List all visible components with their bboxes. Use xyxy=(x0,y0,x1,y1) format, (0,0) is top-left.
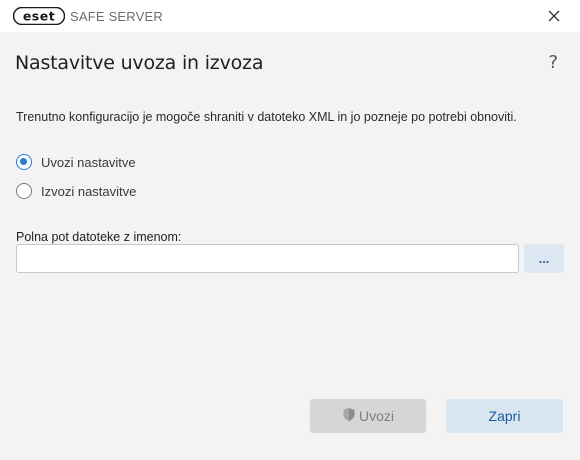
import-settings-radio[interactable] xyxy=(16,154,32,170)
close-icon[interactable] xyxy=(546,8,562,24)
svg-text:eset: eset xyxy=(23,9,55,24)
import-export-dialog: eset SAFE SERVER Nastavitve uvoza in izv… xyxy=(0,0,580,460)
description-text: Trenutno konfiguracijo je mogoče shranit… xyxy=(16,110,517,124)
help-icon[interactable]: ? xyxy=(548,52,558,73)
eset-logo: eset xyxy=(13,7,65,25)
close-button[interactable]: Zapri xyxy=(446,399,563,433)
import-button[interactable]: Uvozi xyxy=(310,399,426,433)
file-path-label: Polna pot datoteke z imenom: xyxy=(16,230,182,244)
export-settings-option[interactable]: Izvozi nastavitve xyxy=(16,181,136,201)
page-title: Nastavitve uvoza in izvoza xyxy=(15,52,264,74)
shield-icon xyxy=(342,407,356,425)
file-path-input[interactable] xyxy=(16,244,519,273)
browse-button[interactable]: ... xyxy=(524,244,564,273)
import-settings-label: Uvozi nastavitve xyxy=(41,154,136,170)
import-button-label: Uvozi xyxy=(358,408,394,424)
product-name: SAFE SERVER xyxy=(70,9,163,24)
title-bar: eset SAFE SERVER xyxy=(0,0,580,32)
export-settings-radio[interactable] xyxy=(16,183,32,199)
import-settings-option[interactable]: Uvozi nastavitve xyxy=(16,152,136,172)
export-settings-label: Izvozi nastavitve xyxy=(41,183,137,199)
